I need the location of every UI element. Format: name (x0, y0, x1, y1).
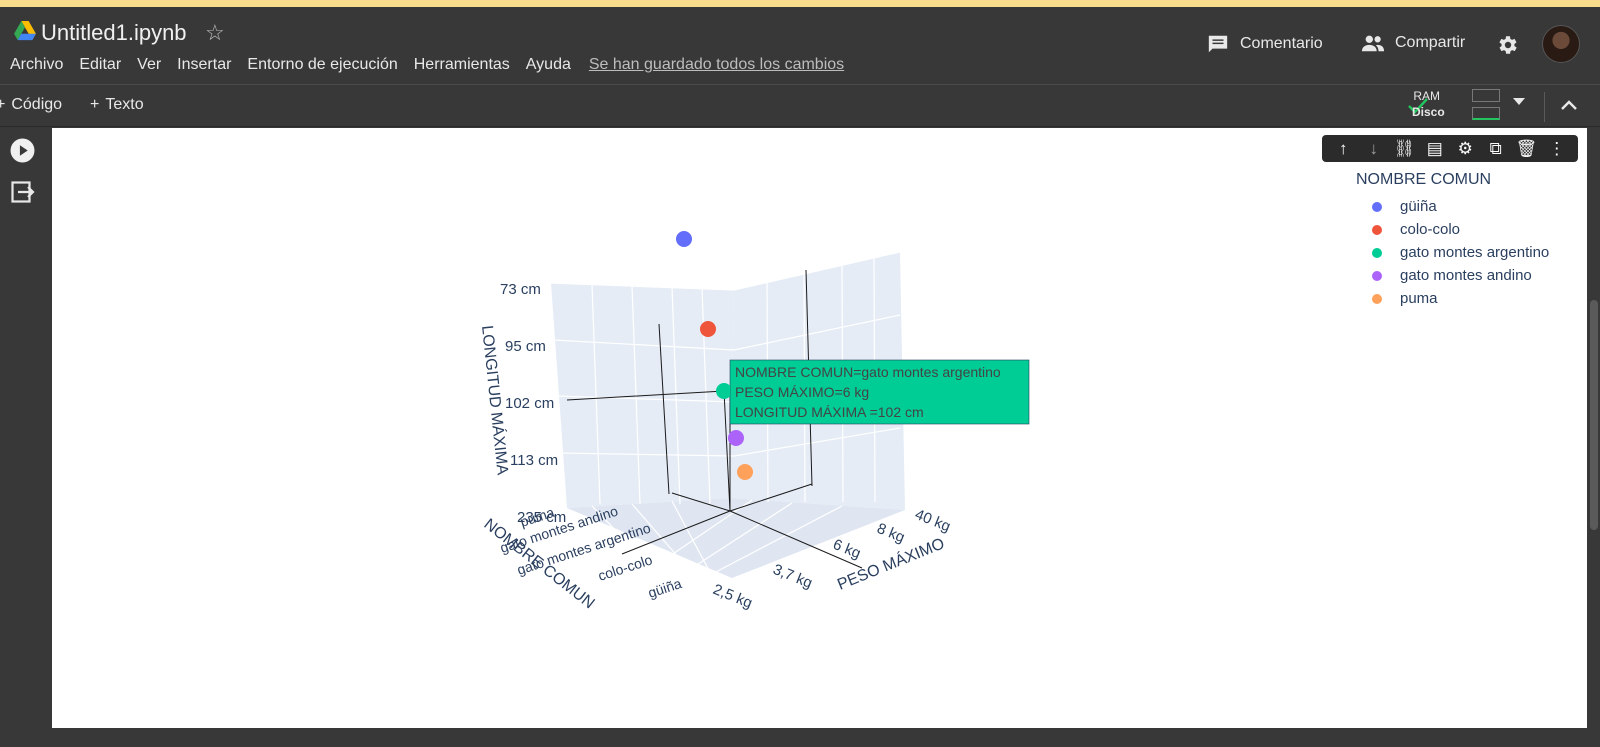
data-point[interactable] (728, 430, 744, 446)
menu-editar[interactable]: Editar (79, 56, 121, 74)
menu-ayuda[interactable]: Ayuda (526, 56, 571, 74)
data-point[interactable] (737, 464, 753, 480)
add-code-label: Código (11, 96, 63, 113)
legend-marker (1372, 293, 1382, 304)
menu-ver[interactable]: Ver (137, 56, 161, 74)
chevron-down-icon[interactable] (1513, 98, 1525, 105)
legend-item[interactable]: gato montes argentino (1356, 241, 1549, 264)
disk-label: Disco (1412, 105, 1445, 119)
plus-icon: + (90, 96, 100, 113)
resources-indicator[interactable]: RAM Disco (1412, 88, 1468, 120)
comment-label: Comentario (1240, 35, 1323, 52)
move-down-icon[interactable]: ↓ (1363, 139, 1385, 159)
legend-marker (1372, 247, 1382, 258)
menu-herramientas[interactable]: Herramientas (414, 56, 510, 74)
plus-icon: + (0, 96, 6, 113)
notebook-toolbar: + Código + Texto (0, 86, 1600, 127)
x-tick-label: 40 kg (913, 506, 953, 536)
comment-button[interactable]: Comentario (1207, 33, 1323, 55)
chart-legend: NOMBRE COMUN güiña colo-colo gato montes… (1356, 171, 1549, 310)
y-tick-label: colo-colo (596, 551, 654, 584)
data-point[interactable] (676, 231, 692, 247)
x-tick-label: 3,7 kg (771, 561, 815, 592)
data-point[interactable] (700, 321, 716, 337)
legend-label: colo-colo (1400, 221, 1461, 238)
add-text-label: Texto (105, 96, 144, 113)
legend-label: puma (1400, 290, 1438, 307)
hover-label-line: LONGITUD MÁXIMA =102 cm (735, 404, 924, 420)
settings-icon[interactable]: ⚙ (1454, 139, 1476, 159)
hover-label-line: PESO MÁXIMO=6 kg (735, 384, 869, 400)
hover-label-line: NOMBRE COMUN=gato montes argentino (735, 364, 1001, 380)
z-tick-label: 73 cm (500, 281, 541, 298)
notification-stripe (0, 0, 1600, 7)
star-icon[interactable]: ☆ (205, 20, 225, 46)
share-button[interactable]: Compartir (1361, 33, 1465, 53)
more-vert-icon[interactable]: ⋮ (1546, 139, 1568, 159)
legend-item[interactable]: gato montes andino (1356, 264, 1549, 287)
move-up-icon[interactable]: ↑ (1332, 139, 1354, 159)
legend-marker (1372, 201, 1382, 212)
comment-icon[interactable]: ▤ (1424, 139, 1446, 159)
scrollbar-thumb[interactable] (1590, 300, 1598, 530)
menu-insertar[interactable]: Insertar (177, 56, 231, 74)
link-icon[interactable]: ⛓ (1393, 139, 1415, 159)
x-tick-label: 8 kg (875, 520, 908, 546)
legend-label: güiña (1400, 198, 1437, 215)
z-tick-label: 102 cm (505, 395, 554, 412)
add-text-button[interactable]: + Texto (90, 96, 144, 114)
cell-sidebar (0, 128, 52, 747)
people-icon (1361, 35, 1385, 52)
delete-icon[interactable]: 🗑 (1515, 139, 1537, 159)
chevron-up-icon[interactable] (1560, 98, 1578, 112)
mirror-cell-icon[interactable]: ⧉ (1485, 139, 1507, 159)
menu-archivo[interactable]: Archivo (10, 56, 63, 74)
menu-entorno[interactable]: Entorno de ejecución (247, 56, 397, 74)
header: Untitled1.ipynb ☆ Archivo Editar Ver Ins… (0, 7, 1600, 85)
add-code-button[interactable]: + Código (0, 96, 62, 114)
legend-label: gato montes argentino (1400, 244, 1550, 261)
saved-status-link[interactable]: Se han guardado todos los cambios (589, 56, 844, 74)
ram-bar (1472, 89, 1500, 102)
legend-item[interactable]: puma (1356, 287, 1549, 310)
toolbar-divider (1544, 92, 1545, 122)
disk-bar (1472, 107, 1500, 120)
cell-toolbar: ↑ ↓ ⛓ ▤ ⚙ ⧉ 🗑 ⋮ (1322, 135, 1578, 162)
legend-marker (1372, 270, 1382, 281)
play-icon[interactable] (10, 138, 35, 163)
output-exit-icon[interactable] (11, 181, 35, 203)
drive-icon (14, 21, 36, 41)
legend-title: NOMBRE COMUN (1356, 171, 1492, 188)
user-avatar[interactable] (1542, 25, 1580, 63)
ram-label: RAM (1413, 89, 1440, 103)
x-tick-label: 6 kg (831, 536, 864, 562)
settings-gear-icon[interactable] (1495, 33, 1519, 57)
legend-label: gato montes andino (1400, 267, 1532, 284)
share-label: Compartir (1395, 34, 1466, 51)
comment-icon (1208, 35, 1228, 53)
z-tick-label: 95 cm (505, 338, 546, 355)
x-tick-label: 2,5 kg (711, 581, 755, 612)
notebook-title[interactable]: Untitled1.ipynb (41, 20, 187, 46)
menu-bar: Archivo Editar Ver Insertar Entorno de e… (10, 56, 860, 74)
y-tick-label: güiña (646, 575, 684, 601)
z-tick-label: 113 cm (510, 452, 558, 469)
bottom-bar (0, 728, 1600, 747)
legend-marker (1372, 224, 1382, 235)
legend-item[interactable]: güiña (1356, 195, 1549, 218)
legend-item[interactable]: colo-colo (1356, 218, 1549, 241)
